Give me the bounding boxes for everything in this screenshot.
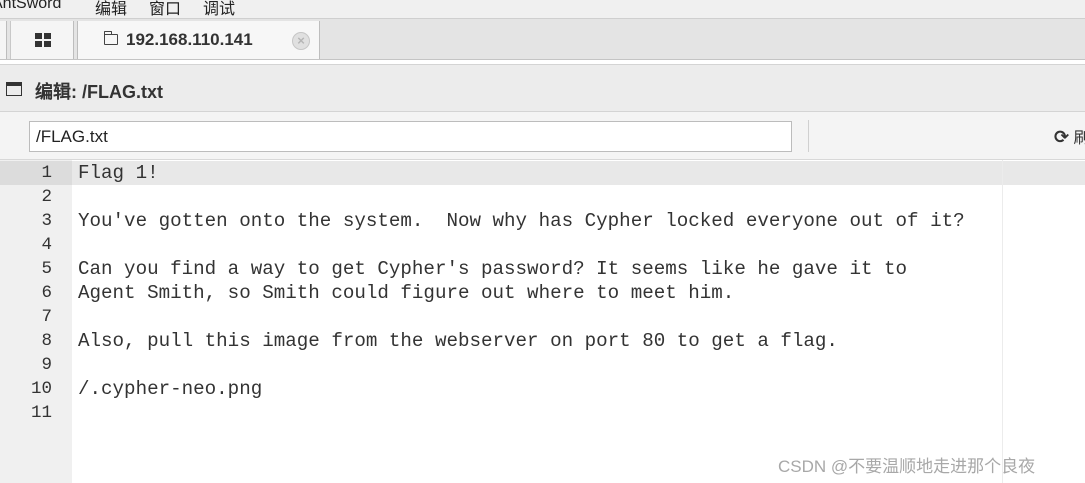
line-number: 2 bbox=[41, 187, 52, 207]
editor-line[interactable]: 9 bbox=[0, 353, 1085, 377]
refresh-label: 刷 bbox=[1073, 130, 1085, 147]
line-number: 10 bbox=[30, 379, 52, 399]
tab-host-label: 192.168.110.141 bbox=[126, 30, 253, 49]
editor-line[interactable]: 10 /.cypher-neo.png bbox=[0, 377, 1085, 401]
tab-bar: 192.168.110.141 × bbox=[0, 18, 1085, 60]
editor-line[interactable]: 7 bbox=[0, 305, 1085, 329]
panel-header: 编辑: /FLAG.txt bbox=[0, 64, 1085, 112]
toolbar-divider bbox=[808, 120, 809, 152]
window-icon bbox=[6, 82, 22, 96]
line-text[interactable]: Agent Smith, so Smith could figure out w… bbox=[78, 281, 734, 305]
line-number: 11 bbox=[30, 403, 52, 423]
line-text[interactable]: Flag 1! bbox=[78, 161, 159, 185]
menu-item-edit[interactable]: 编辑 bbox=[95, 0, 127, 18]
menu-item-antsword[interactable]: AntSword bbox=[0, 0, 61, 13]
line-number: 1 bbox=[41, 163, 52, 183]
line-text[interactable]: /.cypher-neo.png bbox=[78, 377, 262, 401]
line-number: 3 bbox=[41, 211, 52, 231]
editor-line[interactable]: 4 bbox=[0, 233, 1085, 257]
path-input[interactable] bbox=[29, 121, 792, 152]
editor-line[interactable]: 11 bbox=[0, 401, 1085, 425]
line-number: 8 bbox=[41, 331, 52, 351]
refresh-icon: ⟳ bbox=[1054, 127, 1070, 147]
line-text[interactable]: Also, pull this image from the webserver… bbox=[78, 329, 838, 353]
menu-bar: AntSword 编辑 窗口 调试 bbox=[0, 0, 1085, 18]
line-number: 6 bbox=[41, 283, 52, 303]
line-text[interactable]: You've gotten onto the system. Now why h… bbox=[78, 209, 965, 233]
watermark: CSDN @不要温顺地走进那个良夜 bbox=[778, 457, 1036, 476]
menu-item-debug[interactable]: 调试 bbox=[203, 0, 235, 18]
editor-line[interactable]: 5 Can you find a way to get Cypher's pas… bbox=[0, 257, 1085, 281]
line-number: 7 bbox=[41, 307, 52, 327]
code-editor[interactable]: 1 Flag 1! 2 3 You've gotten onto the sys… bbox=[0, 160, 1085, 483]
grid-icon bbox=[35, 33, 51, 47]
tab-host[interactable]: 192.168.110.141 × bbox=[77, 21, 320, 59]
panel-title: 编辑: /FLAG.txt bbox=[35, 82, 163, 102]
editor-line[interactable]: 2 bbox=[0, 185, 1085, 209]
refresh-button[interactable]: ⟳ 刷 bbox=[1054, 124, 1085, 148]
close-icon[interactable]: × bbox=[292, 32, 310, 50]
menu-item-window[interactable]: 窗口 bbox=[149, 0, 181, 18]
line-number: 4 bbox=[41, 235, 52, 255]
path-toolbar: ⟳ 刷 bbox=[0, 112, 1085, 160]
line-text[interactable]: Can you find a way to get Cypher's passw… bbox=[78, 257, 907, 281]
editor-line[interactable]: 3 You've gotten onto the system. Now why… bbox=[0, 209, 1085, 233]
editor-line[interactable]: 1 Flag 1! bbox=[0, 161, 1085, 185]
tab-left-stub[interactable] bbox=[0, 21, 7, 59]
folder-icon bbox=[104, 31, 118, 45]
line-number: 5 bbox=[41, 259, 52, 279]
line-number: 9 bbox=[41, 355, 52, 375]
editor-line[interactable]: 6 Agent Smith, so Smith could figure out… bbox=[0, 281, 1085, 305]
tab-home[interactable] bbox=[10, 21, 74, 59]
editor-line[interactable]: 8 Also, pull this image from the webserv… bbox=[0, 329, 1085, 353]
